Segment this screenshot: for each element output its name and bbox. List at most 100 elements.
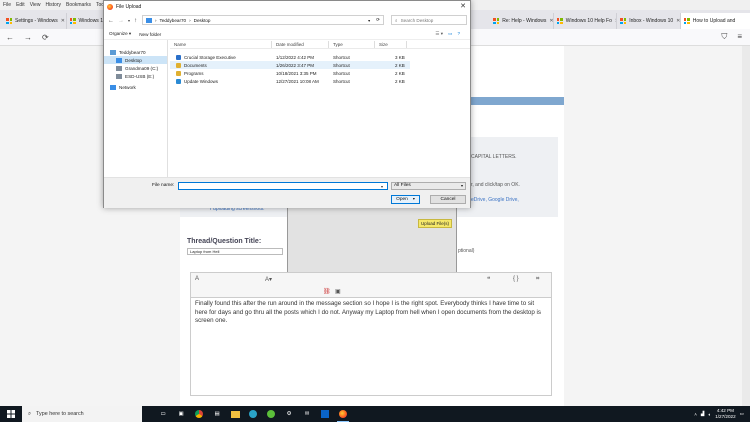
chrome-icon[interactable]	[190, 406, 208, 422]
nav-item-usb[interactable]: ESD-USB (E:)	[104, 72, 167, 80]
nav-item-drive-c[interactable]: Grandma09 (C:)	[104, 64, 167, 72]
browser-tab-active[interactable]: How to Upload and	[680, 13, 750, 29]
code-icon[interactable]: { }	[513, 276, 519, 282]
menu-view[interactable]: View	[30, 2, 41, 8]
forward-icon[interactable]: →	[118, 18, 124, 24]
menu-file[interactable]: File	[3, 2, 11, 8]
font-color-icon[interactable]: A	[195, 276, 199, 282]
chevron-down-icon[interactable]: ▾	[368, 18, 370, 23]
column-divider[interactable]	[374, 41, 375, 48]
usb-drive-icon	[116, 73, 122, 79]
column-type[interactable]: Type	[333, 42, 343, 47]
nav-item-desktop[interactable]: Desktop	[104, 56, 167, 64]
media-icon[interactable]: ▣	[172, 406, 190, 422]
browser-tab[interactable]: Inbox - Windows 10 ✕	[617, 13, 681, 29]
column-size[interactable]: Size	[379, 42, 388, 47]
file-explorer-icon[interactable]	[226, 406, 244, 422]
column-divider[interactable]	[328, 41, 329, 48]
column-date[interactable]: Date modified	[276, 42, 304, 47]
browser-tab[interactable]: Settings - Windows ✕	[3, 13, 67, 29]
message-editor[interactable]: Finally found this after the run around …	[190, 298, 552, 396]
close-icon[interactable]: ✕	[460, 2, 466, 10]
desktop-icon	[146, 17, 152, 23]
ms-logo-icon	[6, 18, 12, 24]
ms-logo-icon	[493, 18, 500, 24]
mail-icon[interactable]: ✉	[298, 406, 316, 422]
file-name-input[interactable]: ▾	[178, 182, 388, 190]
shield-icon[interactable]: ⛉	[721, 32, 727, 42]
notice-links[interactable]: eDrive, Google Drive,	[471, 197, 519, 203]
ms-logo-icon	[69, 18, 76, 24]
outlook-icon[interactable]	[316, 406, 334, 422]
cancel-button[interactable]: Cancel	[430, 195, 466, 204]
nav-item-network[interactable]: Network	[104, 83, 167, 91]
organize-button[interactable]: Organize ▾	[109, 31, 131, 37]
page-scrollbar[interactable]	[742, 46, 750, 406]
forward-icon[interactable]: →	[24, 33, 32, 42]
back-icon[interactable]: ←	[6, 33, 14, 42]
file-name: Documents	[184, 62, 207, 68]
menu-bookmarks[interactable]: Bookmarks	[66, 2, 91, 8]
column-divider[interactable]	[406, 41, 407, 48]
notifications-icon[interactable]: ▭	[740, 411, 744, 417]
font-size-icon[interactable]: A▾	[265, 276, 272, 283]
browser-tab[interactable]: Re: Help - Windows ✕	[490, 13, 554, 29]
image-icon[interactable]: ▣	[335, 288, 341, 295]
file-type-filter[interactable]: All Files ▾	[391, 182, 466, 190]
upload-popup-window	[287, 205, 457, 275]
tab-label: Settings - Windows	[15, 18, 58, 24]
reload-icon[interactable]: ⟳	[42, 33, 49, 42]
network-icon[interactable]: ▟	[701, 411, 705, 417]
chevron-down-icon[interactable]: ▾	[413, 196, 415, 201]
close-tab-icon[interactable]: ✕	[676, 18, 680, 24]
chevron-down-icon[interactable]: ▾	[381, 184, 383, 189]
settings-icon[interactable]: ⚙	[280, 406, 298, 422]
browser-toolbar-right: ⛉ ≡	[721, 32, 742, 42]
command-bar: Organize ▾ New folder ☰ ▾ ▭ ?	[104, 29, 470, 40]
quote-icon[interactable]: ❝	[487, 276, 490, 283]
file-date: 12/27/2021 10:08 AM	[276, 78, 319, 84]
menu-edit[interactable]: Edit	[16, 2, 25, 8]
clock[interactable]: 4:42 PM 1/27/2022	[715, 408, 735, 420]
help-icon[interactable]: ?	[457, 31, 460, 37]
start-button[interactable]	[0, 406, 22, 422]
menu-icon[interactable]: ≡	[737, 32, 742, 42]
link-icon[interactable]: ⛓	[323, 288, 331, 295]
preview-pane-icon[interactable]: ▭	[448, 31, 452, 37]
thread-title-input[interactable]: Laptop from Hell	[187, 248, 283, 255]
column-divider[interactable]	[271, 41, 272, 48]
breadcrumb-item[interactable]: Desktop	[194, 18, 211, 23]
chevron-up-icon[interactable]: ˄	[694, 412, 697, 417]
back-icon[interactable]: ←	[108, 18, 114, 24]
file-row[interactable]: Documents 1/26/2022 3:47 PM Shortcut 2 K…	[170, 61, 410, 69]
source-icon[interactable]: ⌗	[536, 276, 539, 283]
view-options-icon[interactable]: ☰ ▾	[435, 31, 443, 37]
menu-history[interactable]: History	[45, 2, 61, 8]
file-row[interactable]: Update Windows 12/27/2021 10:08 AM Short…	[170, 77, 410, 85]
file-row[interactable]: Programs 10/18/2021 3:35 PM Shortcut 2 K…	[170, 69, 410, 77]
browser-tab[interactable]: Windows 1	[67, 13, 106, 29]
store-icon[interactable]: ▤	[208, 406, 226, 422]
new-folder-button[interactable]: New folder	[139, 32, 161, 37]
refresh-icon[interactable]: ⟳	[376, 17, 380, 23]
close-tab-icon[interactable]: ✕	[61, 18, 65, 24]
upload-files-button[interactable]: Upload File(s)	[418, 219, 452, 228]
open-button[interactable]: Open ▾	[391, 195, 420, 204]
search-input[interactable]: ⌕ Search Desktop	[391, 15, 467, 25]
file-row[interactable]: Crucial Storage Executive 1/12/2022 4:42…	[170, 53, 410, 61]
volume-icon[interactable]: 🔈︎	[708, 412, 711, 417]
edge-icon[interactable]	[244, 406, 262, 422]
dialog-footer: File name: ▾ All Files ▾ Open ▾ Cancel	[104, 177, 470, 208]
column-name[interactable]: Name	[174, 42, 186, 47]
up-icon[interactable]: ↑	[134, 18, 137, 24]
firefox-taskbar-icon[interactable]	[334, 406, 352, 422]
nav-label: Network	[119, 84, 136, 90]
breadcrumb-item[interactable]: Teddybear70	[160, 18, 187, 23]
green-app-icon[interactable]	[262, 406, 280, 422]
address-bar[interactable]: › Teddybear70 › Desktop ▾ ⟳	[142, 15, 384, 25]
chevron-down-icon[interactable]: ▾	[128, 18, 130, 23]
task-view-icon[interactable]: ▭	[154, 406, 172, 422]
nav-item-user[interactable]: Teddybear70	[104, 48, 167, 56]
browser-tab[interactable]: Windows 10 Help Fo ✕	[554, 13, 618, 29]
taskbar-search[interactable]: ⌕ Type here to search	[22, 406, 142, 422]
